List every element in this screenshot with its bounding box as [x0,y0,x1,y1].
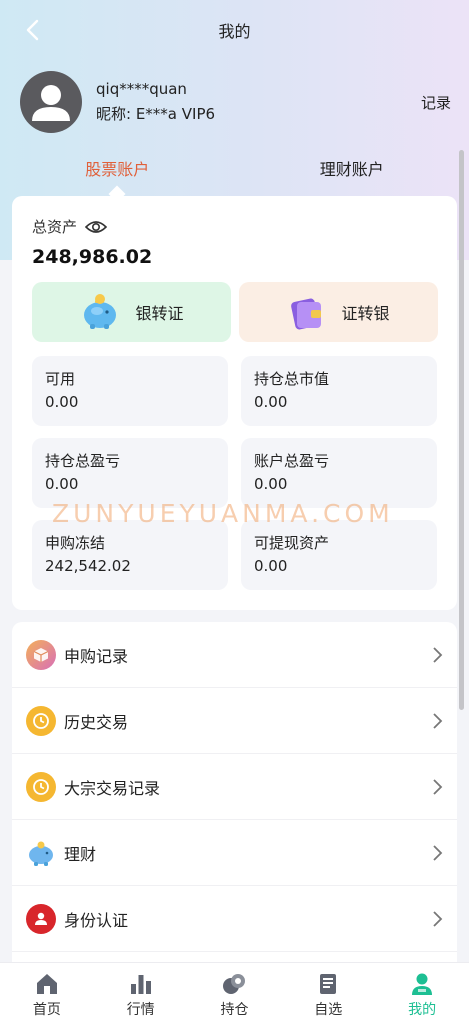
tabbar-item-me[interactable]: 我的 [375,963,469,1024]
eye-icon[interactable] [85,219,108,235]
menu-label: 申购记录 [64,646,129,666]
avatar[interactable] [20,71,82,133]
back-icon[interactable] [22,18,46,42]
coins-icon [223,974,246,994]
menu-item-block-trade-records[interactable]: 大宗交易记录 [12,754,457,820]
stat-label: 持仓总盈亏 [45,452,121,470]
home-icon [36,974,57,994]
securities-to-bank-button[interactable]: 证转银 [239,282,438,342]
menu-label: 大宗交易记录 [64,778,161,798]
stat-label: 可用 [45,370,76,388]
clock-icon [26,771,56,802]
id-user-icon [26,903,56,934]
menu-card: 申购记录 历史交易 大宗交易记录 理财 身份认证 [12,622,457,962]
user-icon [412,973,433,995]
stat-label: 账户总盈亏 [254,452,330,470]
bank-to-securities-label: 银转证 [135,304,184,323]
menu-label: 身份认证 [64,910,129,930]
chevron-right-icon [433,646,443,663]
top-bar: 我的 [0,0,469,60]
menu-label: 理财 [64,844,97,864]
total-assets-label-row: 总资产 [32,216,108,237]
profile-section: qiq****quan 昵称: E***a VIP6 记录 [20,70,451,134]
assets-card: 总资产 248,986.02 银转证 证转银 可用 0.00 持仓总市值 0.0… [12,196,457,610]
document-icon [320,974,337,994]
user-avatar-icon [32,85,70,121]
stat-label: 持仓总市值 [254,370,330,388]
stat-label: 可提现资产 [254,534,330,552]
records-link[interactable]: 记录 [421,92,451,113]
securities-to-bank-label: 证转银 [341,304,390,323]
menu-item-subscription-records[interactable]: 申购记录 [12,622,457,688]
box-icon [26,639,56,670]
stat-label: 申购冻结 [45,534,106,552]
tabbar-label: 首页 [32,1002,61,1018]
tab-stock-account[interactable]: 股票账户 [0,150,235,203]
wallet-icon [291,298,322,330]
clock-icon [26,705,56,736]
stat-value: 0.00 [254,475,288,493]
username: qiq****quan [96,80,187,98]
chevron-right-icon [433,778,443,795]
stat-available: 可用 0.00 [32,356,228,426]
tab-label: 理财账户 [319,160,384,179]
stat-value: 0.00 [254,557,288,575]
chevron-right-icon [433,844,443,861]
user-info: qiq****quan 昵称: E***a VIP6 [96,78,215,126]
piggy-bank-icon [84,294,117,329]
stat-value: 0.00 [45,475,79,493]
menu-label: 历史交易 [64,712,129,732]
stat-value: 0.00 [45,393,79,411]
chevron-right-icon [433,712,443,729]
tabbar-label: 行情 [126,1002,155,1018]
bank-to-securities-button[interactable]: 银转证 [32,282,231,342]
nickname: 昵称: E***a VIP6 [96,105,216,123]
tabbar-label: 自选 [314,1002,343,1018]
stat-account-pnl: 账户总盈亏 0.00 [241,438,437,508]
tabbar-item-watchlist[interactable]: 自选 [281,963,375,1024]
total-assets-value: 248,986.02 [32,246,153,268]
menu-item-identity-verification[interactable]: 身份认证 [12,886,457,952]
menu-item-history-trades[interactable]: 历史交易 [12,688,457,754]
tabbar-item-home[interactable]: 首页 [0,963,94,1024]
stat-subscription-frozen: 申购冻结 242,542.02 [32,520,228,590]
tabbar-label: 我的 [408,1002,437,1018]
bottom-tab-bar: 首页 行情 持仓 自选 我的 [0,962,469,1024]
tabbar-item-positions[interactable]: 持仓 [188,963,282,1024]
bar-chart-icon [130,975,151,994]
scrollbar[interactable] [459,150,464,710]
piggy-bank-icon [26,838,56,868]
tab-label: 股票账户 [85,160,150,179]
menu-item-wealth[interactable]: 理财 [12,820,457,886]
stat-position-pnl: 持仓总盈亏 0.00 [32,438,228,508]
page-title: 我的 [218,22,251,41]
stat-value: 242,542.02 [45,557,131,575]
stat-position-market-value: 持仓总市值 0.00 [241,356,437,426]
tabbar-label: 持仓 [220,1002,249,1018]
stat-withdrawable: 可提现资产 0.00 [241,520,437,590]
total-assets-label: 总资产 [32,218,78,236]
tab-wealth-account[interactable]: 理财账户 [235,150,469,194]
watermark: ZUNYUEYUANMA.COM [52,499,394,528]
chevron-right-icon [433,910,443,927]
stat-value: 0.00 [254,393,288,411]
tabbar-item-market[interactable]: 行情 [94,963,188,1024]
account-tabs: 股票账户 理财账户 [0,150,469,203]
